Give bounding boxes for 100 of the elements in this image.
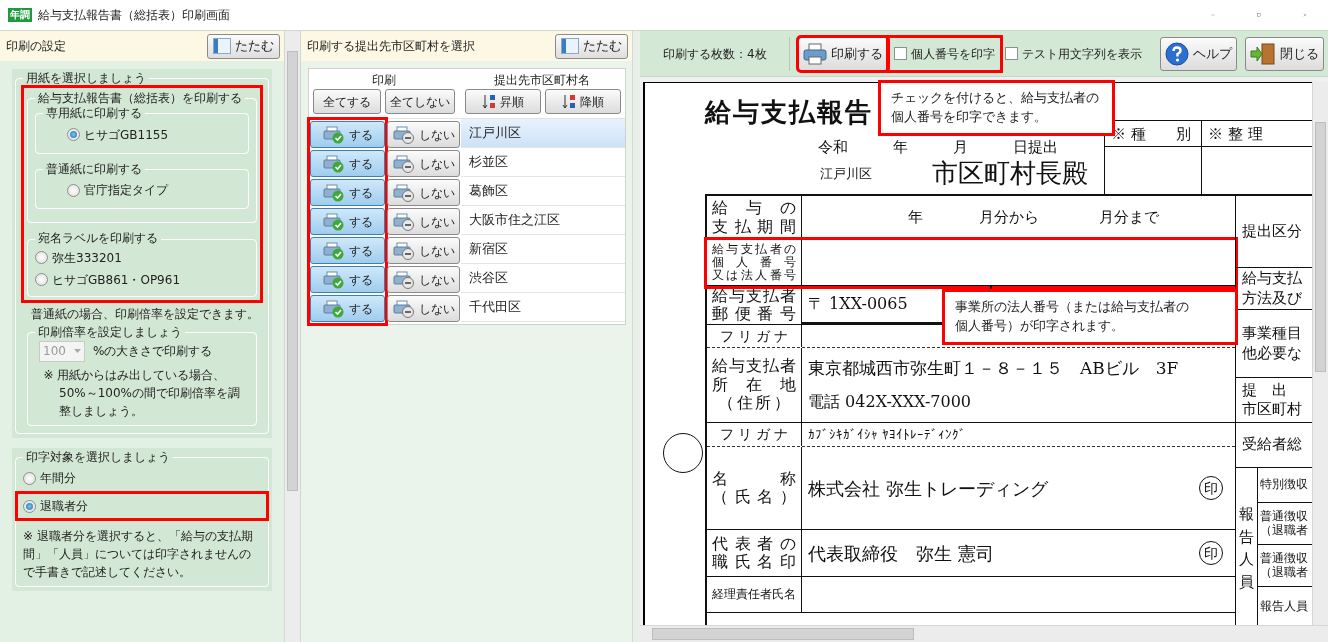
skip-toggle[interactable]: しない <box>387 150 460 177</box>
form-label: 年 <box>908 207 923 229</box>
city-name[interactable]: 葛飾区 <box>461 177 625 206</box>
form-label: フリガナ <box>707 325 802 347</box>
city-name[interactable]: 江戸川区 <box>461 119 625 148</box>
sort-button[interactable]: 昇順 <box>465 89 542 114</box>
print-toggle[interactable]: する <box>310 121 385 148</box>
skip-toggle[interactable]: しない <box>387 121 460 148</box>
printer-minus-icon <box>392 125 415 144</box>
form-label: 代表者の 職氏名印 <box>707 530 802 576</box>
form-label: 月分まで <box>1099 207 1159 229</box>
skip-toggle[interactable]: しない <box>387 208 460 235</box>
printer-check-icon <box>322 125 345 144</box>
scrollbar[interactable] <box>284 31 300 642</box>
printer-check-icon <box>322 212 345 231</box>
printer-minus-icon <box>392 183 415 202</box>
form-label: 給与支払者の 個人番号 又は法人番号 <box>707 240 802 285</box>
column-header: 提出先市区町村名 <box>493 72 591 89</box>
help-icon <box>1165 41 1189 66</box>
city-name[interactable]: 千代田区 <box>461 293 625 322</box>
radio-label: 退職者分 <box>40 498 88 516</box>
print-button[interactable]: 印刷する <box>797 36 888 71</box>
radio-button[interactable] <box>67 128 80 142</box>
checkbox[interactable] <box>893 47 907 60</box>
scrollbar[interactable] <box>1312 82 1328 625</box>
group-legend: 印刷倍率を設定しましょう <box>35 324 185 341</box>
printer-minus-icon <box>392 299 415 318</box>
printer-minus-icon <box>392 241 415 260</box>
printer-check-icon <box>322 299 345 318</box>
collapse-button[interactable]: たたむ <box>207 33 280 59</box>
radio-label: ヒサゴGB1155 <box>84 126 169 144</box>
city-name[interactable]: 渋谷区 <box>461 264 625 293</box>
print-toggle[interactable]: する <box>310 237 385 264</box>
skip-toggle[interactable]: しない <box>387 295 460 322</box>
sort-descending-icon <box>562 93 577 110</box>
panel-title: 印刷の設定 <box>6 38 66 55</box>
skip-toggle[interactable]: しない <box>387 179 460 206</box>
sort-button[interactable]: 降順 <box>545 89 621 114</box>
print-toggle[interactable]: する <box>310 266 385 293</box>
checkbox-label: 個人番号を印字 <box>910 45 995 63</box>
column-header: 印刷 <box>371 72 397 89</box>
form-label: 経理責任者氏名 <box>707 577 802 612</box>
caret-icon <box>74 349 81 354</box>
date-line: 令和 年 月 日提出 <box>818 138 1059 158</box>
radio-button[interactable] <box>35 251 48 265</box>
radio-label: 年間分 <box>40 470 76 488</box>
help-button[interactable]: ヘルプ <box>1160 36 1237 71</box>
bulk-button[interactable]: 全てする <box>313 89 382 114</box>
radio-label: ヒサゴGB861・OP961 <box>52 271 181 289</box>
page-count: 印刷する枚数：4枚 <box>640 36 790 71</box>
radio-button[interactable] <box>35 273 48 287</box>
address-text: 東京都城西市弥生町１－８－１５ ABビル 3F <box>808 357 1179 381</box>
printer-check-icon <box>322 183 345 202</box>
group-legend: 印字対象を選択しましょう <box>23 449 173 466</box>
sort-ascending-icon <box>482 93 497 110</box>
addressee-text: 市区町村長殿 <box>932 157 1088 189</box>
collapse-button[interactable]: たたむ <box>555 33 628 59</box>
bulk-button[interactable]: 全てしない <box>385 89 456 114</box>
checkbox[interactable] <box>1004 47 1018 60</box>
radio-button[interactable] <box>23 471 36 485</box>
note-text: ※ 用紙からはみ出している場合、50%～100%の間で印刷倍率を調整しましょう。 <box>42 366 241 420</box>
tooltip: 事業所の法人番号（または給与支払者の個人番号）が印字されます。 <box>942 289 1238 345</box>
group-legend: 宛名ラベルを印刷する <box>35 231 161 247</box>
radio-label: 弥生333201 <box>52 249 122 267</box>
form-label: 給与支払者 所在地 （住所） <box>707 348 802 422</box>
field-value: 代表取締役 弥生 憲司 <box>808 541 994 566</box>
skip-toggle[interactable]: しない <box>387 237 460 264</box>
group-legend: 用紙を選択しましょう <box>23 71 149 87</box>
document-title: 給与支払報告 <box>705 97 873 129</box>
close-button[interactable]: 閉じる <box>1245 36 1324 71</box>
radio-button[interactable] <box>67 183 80 197</box>
tooltip: チェックを付けると、給与支払者の個人番号を印字できます。 <box>878 80 1115 136</box>
form-label: 月分から <box>979 207 1039 229</box>
panel-icon <box>213 38 231 54</box>
print-toggle[interactable]: する <box>310 295 385 322</box>
note-text: ※ 退職者分を選択すると、「給与の支払期間」「人員」については印字されませんので手書きで記述してください。 <box>23 528 254 582</box>
city-name[interactable]: 新宿区 <box>461 235 625 264</box>
address-text: 電話 042X-XXX-7000 <box>808 390 972 413</box>
scrollbar[interactable] <box>640 625 1328 642</box>
panel-title: 印刷する提出先市区町村を選択 <box>307 38 475 55</box>
window-title: 給与支払報告書（総括表）印刷画面 <box>38 7 230 24</box>
door-exit-icon <box>1250 41 1276 66</box>
panel-icon <box>561 38 579 54</box>
field-value: ｶﾌﾞｼｷｶﾞｲｼｬ ﾔﾖｲﾄﾚｰﾃﾞｨﾝｸﾞ <box>808 425 967 444</box>
printer-minus-icon <box>392 212 415 231</box>
print-toggle[interactable]: する <box>310 208 385 235</box>
radio-button[interactable] <box>23 499 36 513</box>
print-toggle[interactable]: する <box>310 179 385 206</box>
radio-label: 官庁指定タイプ <box>84 182 168 200</box>
checkbox-label: テスト用文字列を表示 <box>1021 45 1142 63</box>
scale-label: %の大きさで印刷する <box>93 343 213 361</box>
field-value: 株式会社 弥生トレーディング <box>808 476 1048 501</box>
printer-check-icon <box>322 154 345 173</box>
skip-toggle[interactable]: しない <box>387 266 460 293</box>
printer-check-icon <box>322 270 345 289</box>
group-legend: 給与支払報告書（総括表）を印刷する <box>35 90 245 107</box>
printer-minus-icon <box>392 270 415 289</box>
city-name[interactable]: 大阪市住之江区 <box>461 206 625 235</box>
print-toggle[interactable]: する <box>310 150 385 177</box>
city-name[interactable]: 杉並区 <box>461 148 625 177</box>
